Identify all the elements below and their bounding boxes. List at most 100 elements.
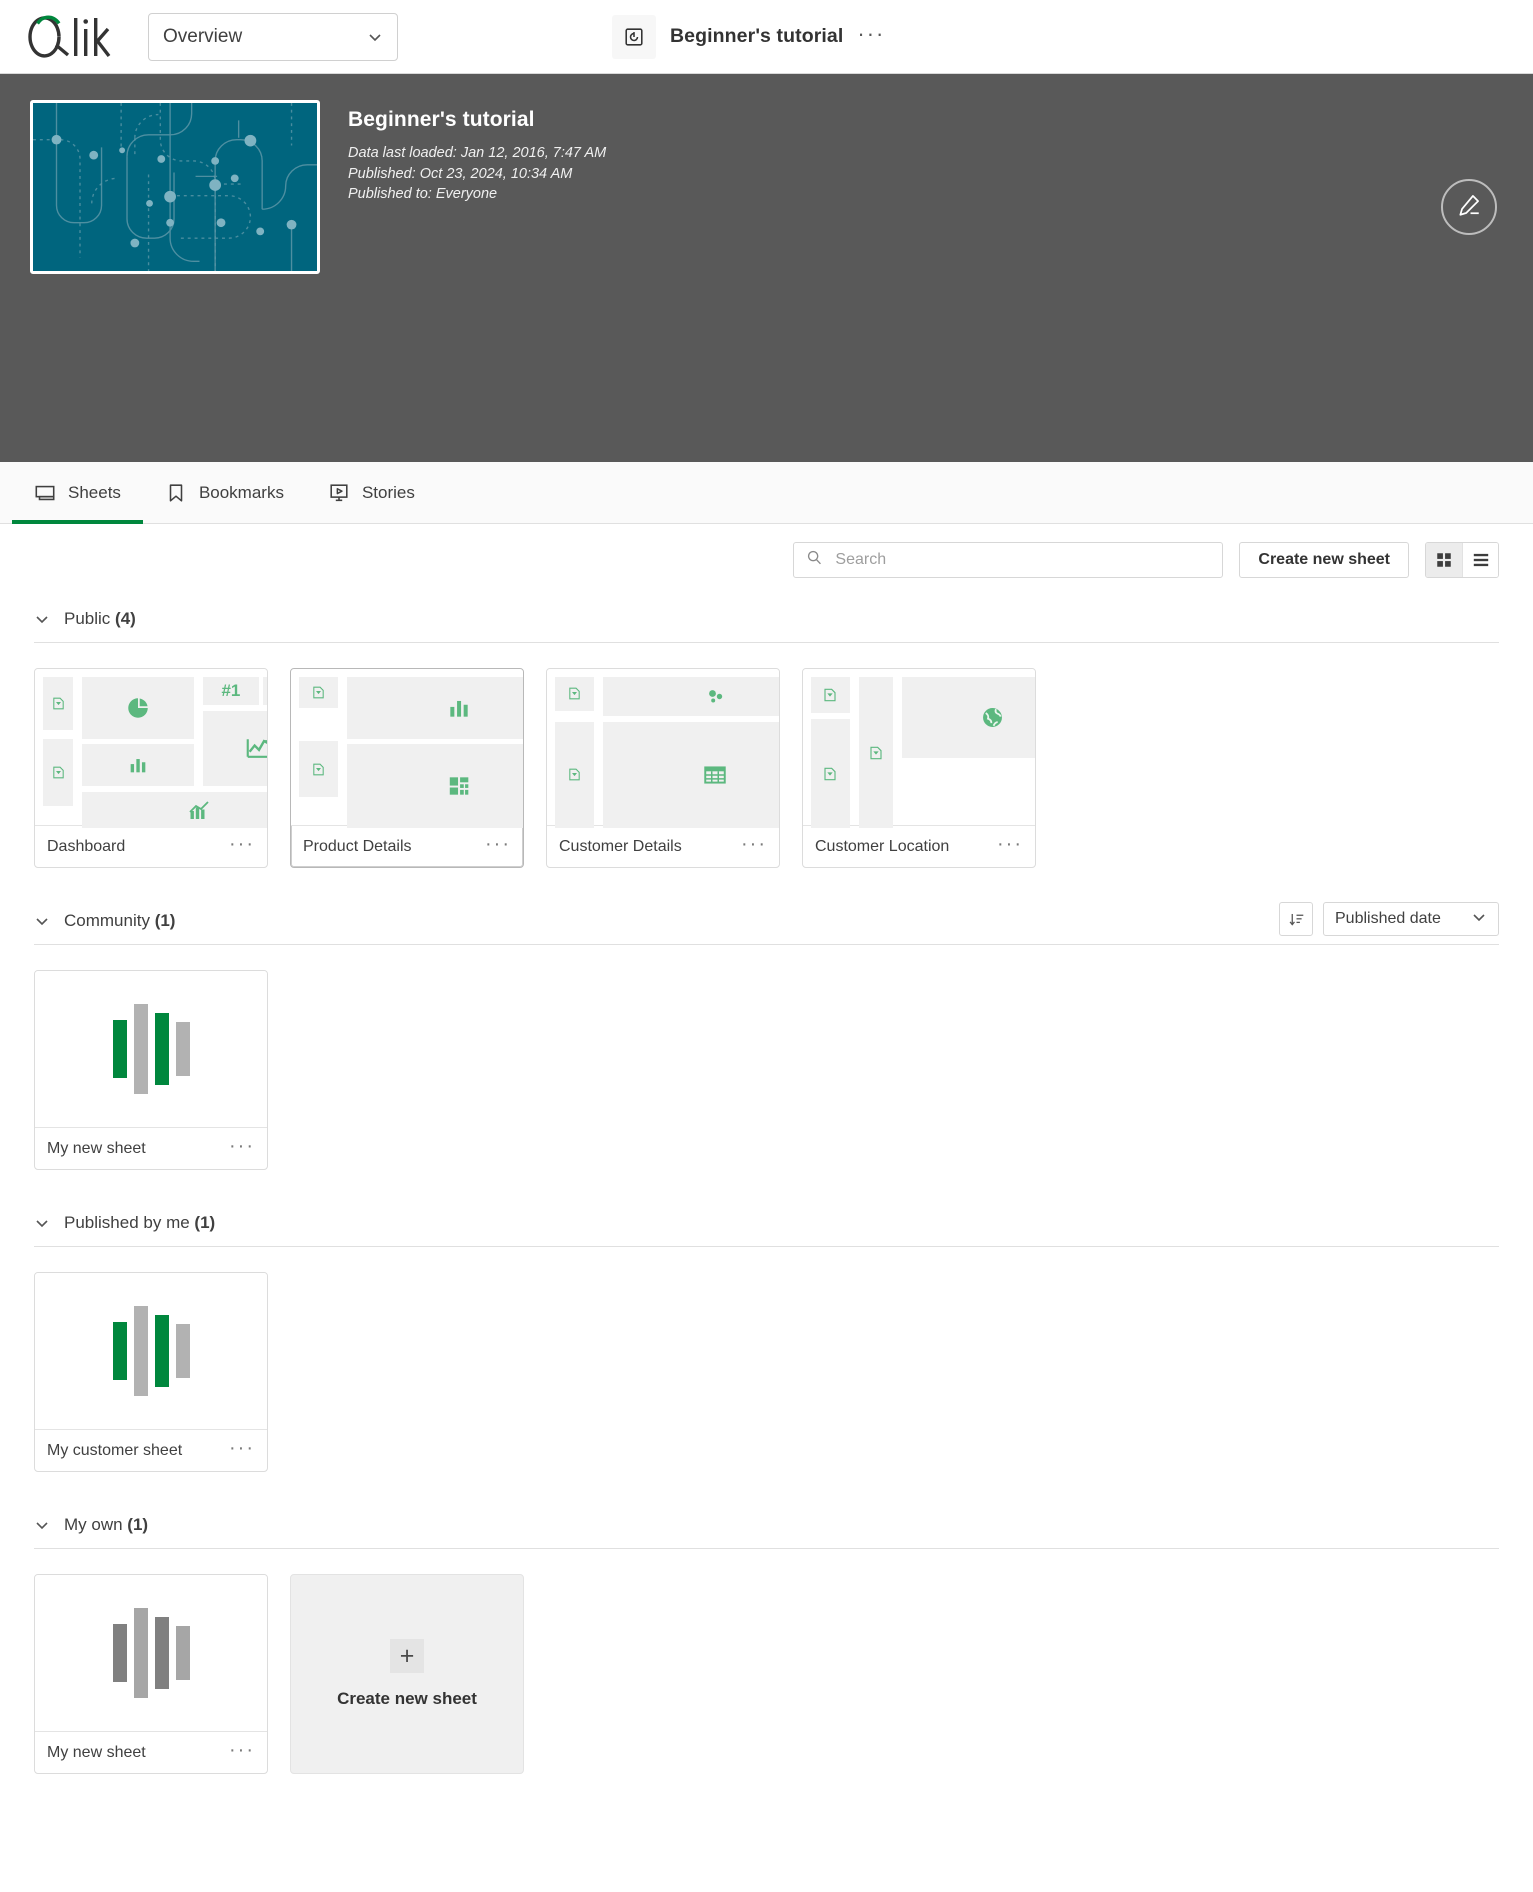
search-input[interactable]	[835, 551, 1210, 569]
sort-field-value: Published date	[1335, 910, 1471, 928]
plus-icon: +	[390, 1639, 424, 1673]
sheet-card-menu-button[interactable]: ···	[997, 840, 1023, 853]
sort-field-select[interactable]: Published date	[1323, 902, 1499, 936]
sheet-object	[811, 677, 850, 713]
sheet-card-title: Product Details	[303, 838, 412, 856]
tab-bookmarks-label: Bookmarks	[199, 483, 284, 503]
sheet-card-caption: My new sheet ···	[35, 1127, 267, 1169]
sheet-layout-preview	[299, 677, 515, 817]
sheet-icon	[34, 482, 56, 504]
sheet-card-menu-button[interactable]: ···	[229, 840, 255, 853]
sheet-card-preview	[35, 971, 267, 1127]
chevron-down-icon	[367, 29, 383, 45]
section-header[interactable]: Community (1) Published date	[34, 898, 1499, 944]
sheet-object	[347, 744, 524, 828]
chevron-down-icon[interactable]	[34, 611, 50, 627]
sheet-card-title: My new sheet	[47, 1744, 146, 1762]
sheet-card-grid: My new sheet ···	[34, 945, 1499, 1200]
breadcrumb-app-title[interactable]: Beginner's tutorial	[670, 25, 843, 48]
sheet-card[interactable]: My customer sheet ···	[34, 1272, 268, 1472]
bookmark-icon	[165, 482, 187, 504]
sheet-object	[82, 677, 194, 739]
sheet-card[interactable]: My new sheet ···	[34, 970, 268, 1170]
app-icon	[612, 15, 656, 59]
sheet-card[interactable]: Customer Location ···	[802, 668, 1036, 868]
tab-stories[interactable]: Stories	[306, 462, 437, 523]
section-header[interactable]: Public (4)	[34, 596, 1499, 642]
story-icon	[328, 482, 350, 504]
chevron-down-icon[interactable]	[34, 913, 50, 929]
sheet-card-preview	[291, 669, 523, 825]
sheet-layout-preview: #1	[43, 677, 259, 817]
sheet-card[interactable]: My new sheet ···	[34, 1574, 268, 1774]
preview-bar	[113, 1624, 127, 1681]
create-new-sheet-card[interactable]: + Create new sheet	[290, 1574, 524, 1774]
bar-chart-preview	[35, 1273, 267, 1429]
sheet-sections: Public (4) #1 Dashboard ··· Product Deta…	[0, 596, 1533, 1804]
edit-app-button[interactable]	[1441, 179, 1497, 235]
sheet-card-menu-button[interactable]: ···	[229, 1444, 255, 1457]
chevron-down-icon[interactable]	[34, 1517, 50, 1533]
sheet-card-caption: Customer Location ···	[803, 825, 1035, 867]
create-new-sheet-button[interactable]: Create new sheet	[1239, 542, 1409, 578]
sheet-card-title: Dashboard	[47, 838, 125, 856]
sheet-layout-preview	[555, 677, 771, 817]
bar-chart-preview	[35, 1575, 267, 1731]
tab-sheets[interactable]: Sheets	[12, 462, 143, 523]
sheet-card-menu-button[interactable]: ···	[229, 1746, 255, 1759]
sheet-card[interactable]: Customer Details ···	[546, 668, 780, 868]
view-toggle	[1425, 542, 1499, 578]
tab-stories-label: Stories	[362, 483, 415, 503]
sheet-card-menu-button[interactable]: ···	[229, 1142, 255, 1155]
sheet-object	[263, 677, 268, 705]
section-community: Community (1) Published date	[0, 898, 1533, 1200]
sheet-object	[82, 744, 194, 786]
list-view-icon[interactable]	[1462, 543, 1498, 577]
app-thumbnail	[30, 100, 320, 274]
sheet-object	[603, 722, 780, 828]
preview-bar	[155, 1617, 169, 1688]
app-banner: Beginner's tutorial Data last loaded: Ja…	[0, 74, 1533, 462]
sheet-card-caption: Dashboard ···	[35, 825, 267, 867]
sheet-card[interactable]: Product Details ···	[290, 668, 524, 868]
sheet-object	[299, 741, 338, 797]
breadcrumb: Beginner's tutorial ···	[612, 15, 885, 59]
sheet-object	[299, 677, 338, 708]
preview-bar	[176, 1626, 190, 1680]
chevron-down-icon	[1471, 909, 1487, 930]
content-tabs: Sheets Bookmarks Stories	[0, 462, 1533, 524]
sheet-card-caption: Product Details ···	[291, 825, 523, 867]
search-box[interactable]	[793, 542, 1223, 578]
preview-bar	[155, 1013, 169, 1084]
sheet-card-preview	[803, 669, 1035, 825]
qlik-logo[interactable]	[28, 11, 126, 63]
sheet-card-menu-button[interactable]: ···	[741, 840, 767, 853]
sheet-object	[43, 739, 73, 806]
sheet-object	[203, 711, 268, 787]
sheet-card-preview	[35, 1575, 267, 1731]
pencil-icon	[1456, 192, 1482, 223]
sheet-card[interactable]: #1 Dashboard ···	[34, 668, 268, 868]
sheet-object	[603, 677, 780, 716]
sheet-card-grid: My customer sheet ···	[34, 1247, 1499, 1502]
sheet-object	[555, 677, 594, 711]
sheet-object: #1	[203, 677, 259, 705]
section-header[interactable]: My own (1)	[34, 1502, 1499, 1548]
sort-direction-button[interactable]	[1279, 902, 1313, 936]
app-title: Beginner's tutorial	[348, 108, 606, 132]
sheet-card-title: My customer sheet	[47, 1442, 182, 1460]
grid-view-icon[interactable]	[1426, 543, 1462, 577]
section-header[interactable]: Published by me (1)	[34, 1200, 1499, 1246]
space-selector[interactable]: Overview	[148, 13, 398, 61]
space-selector-value: Overview	[163, 26, 367, 48]
chevron-down-icon[interactable]	[34, 1215, 50, 1231]
app-more-menu-button[interactable]: ···	[857, 29, 885, 45]
sheet-object	[82, 792, 268, 828]
sheet-card-title: Customer Location	[815, 838, 949, 856]
preview-bar	[134, 1608, 148, 1698]
sheet-card-menu-button[interactable]: ···	[485, 840, 511, 853]
sheet-card-grid: #1 Dashboard ··· Product Details ··· Cus…	[34, 643, 1499, 898]
sheet-layout-preview	[811, 677, 1027, 817]
sheet-card-preview	[35, 1273, 267, 1429]
tab-bookmarks[interactable]: Bookmarks	[143, 462, 306, 523]
